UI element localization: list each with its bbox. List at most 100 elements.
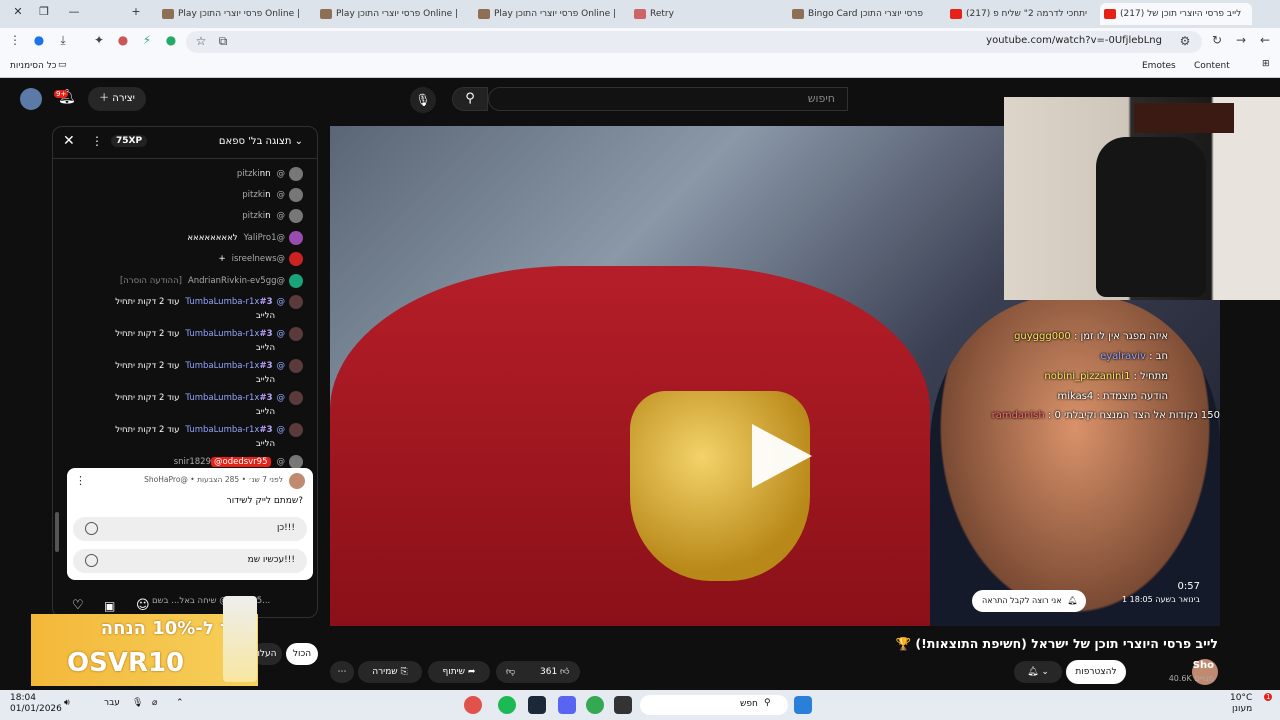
account-avatar[interactable]: [20, 88, 42, 110]
create-button[interactable]: ＋ יצירה: [88, 87, 146, 111]
chat-message: @pitzkin: [63, 209, 303, 229]
tab-favicon-icon: [634, 8, 646, 19]
volume-icon[interactable]: 🔊︎: [64, 698, 70, 708]
chat-message: @YaliPro1לאאאאאאאא: [63, 231, 303, 251]
channel-name[interactable]: Sho: [1193, 660, 1214, 671]
bookmark-emotes[interactable]: Emotes: [1142, 61, 1176, 71]
avatar: [289, 391, 303, 405]
search-button[interactable]: ⚲: [452, 87, 488, 111]
forward-icon[interactable]: →: [1232, 33, 1250, 47]
dislike-icon[interactable]: 👎︎: [506, 661, 515, 683]
chat-message: @TumbaLumba-r1x#3עוד 2 דקות יתחיל הלייב: [63, 423, 303, 453]
poll-more-icon[interactable]: ⋮: [75, 474, 86, 487]
language-indicator[interactable]: עבר: [104, 698, 120, 708]
voice-search-icon[interactable]: 🎙︎: [410, 87, 436, 113]
chrome-icon[interactable]: [586, 696, 604, 714]
profile-icon[interactable]: ●: [30, 33, 48, 47]
notification-badge: 9+: [54, 90, 69, 98]
avatar: [289, 231, 303, 245]
address-bar[interactable]: ☆ ⧉ youtube.com/watch?v=-0UfjlebLng ⚙: [186, 31, 1202, 53]
chat-header: ✕ ⋮ 75XP תצוגה בל' ספאם ⌄: [53, 127, 317, 159]
app-icon[interactable]: [464, 696, 482, 714]
more-actions-icon[interactable]: ⋯: [330, 661, 354, 683]
chevron-down-icon: ⌄: [294, 136, 303, 147]
tab-favicon-icon: [950, 8, 962, 19]
more-options-icon[interactable]: ⋮: [91, 134, 103, 148]
extension-icon[interactable]: ●: [114, 33, 132, 47]
download-icon[interactable]: ⤓: [54, 33, 72, 48]
close-icon[interactable]: ✕: [63, 133, 75, 149]
browser-tab[interactable]: (217) יתחכי לדרמה 2" שליח פ: [946, 3, 1096, 25]
bookmark-star-icon[interactable]: ☆: [192, 34, 210, 48]
extension-icon[interactable]: ⚡: [138, 33, 156, 47]
tray-overflow-icon[interactable]: ⌃: [176, 698, 184, 708]
browser-tab[interactable]: Bingo Card פרסי יוצרי התוכן: [788, 3, 938, 25]
filter-chip-all[interactable]: הכול: [286, 643, 318, 665]
windows-start-icon[interactable]: [794, 696, 812, 714]
all-bookmarks-link[interactable]: כל הסימניות: [10, 61, 57, 71]
browser-tab[interactable]: Play פרסי יוצרי התוכן Online |: [474, 3, 624, 25]
taskbar-search[interactable]: ⚲ חפש: [640, 695, 788, 715]
spotify-icon[interactable]: [498, 696, 516, 714]
reload-icon[interactable]: ↻: [1208, 33, 1226, 47]
notification-preferences-button[interactable]: 🔔︎ ⌄: [1014, 661, 1062, 683]
premiere-time: 0:57 1 בינואר בשעה 18:05: [1122, 581, 1200, 604]
browser-tab[interactable]: Play פרסי יוצרי התוכן Online |: [158, 3, 308, 25]
discord-icon[interactable]: [558, 696, 576, 714]
share-button[interactable]: שיתוף ➦: [428, 661, 490, 683]
extension-icon[interactable]: ●: [162, 33, 180, 47]
search-input[interactable]: חיפוש: [488, 87, 848, 111]
poll-option[interactable]: כן!!!: [73, 517, 307, 541]
play-icon[interactable]: [722, 416, 832, 496]
chat-scrollbar[interactable]: [55, 512, 59, 552]
taskbar: 18:04 01/01/2026 🔊︎ עבר 🎙︎ ⌀ ⌃ ⚲ חפש 10°C…: [0, 690, 1280, 720]
avatar: [289, 423, 303, 437]
bookmark-content[interactable]: Content: [1194, 61, 1230, 71]
like-icon[interactable]: 👍︎: [560, 661, 569, 683]
maximize-window-icon[interactable]: ❐: [34, 5, 54, 18]
plus-icon: ＋: [99, 93, 113, 104]
browser-tab-active[interactable]: (217) לייב פרסי היוצרי תוכן של: [1100, 3, 1252, 25]
new-tab-icon[interactable]: +: [126, 5, 146, 18]
avatar: [289, 295, 303, 309]
tab-favicon-icon: [1104, 8, 1116, 19]
browser-tab[interactable]: Retry: [630, 3, 780, 25]
heart-icon[interactable]: ♡: [72, 598, 84, 613]
save-button[interactable]: שמירה ⎘: [358, 661, 422, 683]
minimize-window-icon[interactable]: —: [64, 5, 84, 18]
radio-icon: [85, 522, 98, 535]
menu-icon[interactable]: ⋮: [6, 33, 24, 47]
browser-tab[interactable]: Play פרסי יוצרי התוכן Online |: [316, 3, 466, 25]
mic-icon[interactable]: 🎙︎: [132, 698, 143, 708]
weather-widget[interactable]: 10°C מעונן: [1230, 693, 1252, 715]
chat-message: @TumbaLumba-r1x#3עוד 2 דקות יתחיל הלייב: [63, 295, 303, 325]
extensions-icon[interactable]: ✦: [90, 33, 108, 47]
notify-me-button[interactable]: אני רוצה לקבל התראה 🔔︎: [972, 590, 1086, 612]
chat-mode-dropdown[interactable]: תצוגה בל' ספאם ⌄: [219, 136, 303, 147]
folder-icon: ▭: [58, 60, 67, 70]
close-window-icon[interactable]: ✕: [8, 5, 28, 18]
avatar: [289, 359, 303, 373]
network-icon[interactable]: ⌀: [152, 698, 157, 708]
bell-icon: 🔔︎: [1027, 667, 1039, 677]
xp-badge[interactable]: 75XP: [111, 135, 148, 147]
overlay-chat-line: איזה מפגר אין לו זמן : guyggg000: [1014, 331, 1168, 342]
subscribe-button[interactable]: להצטרפות: [1066, 660, 1126, 684]
cast-icon[interactable]: ⧉: [214, 34, 232, 49]
back-icon[interactable]: ←: [1256, 33, 1274, 47]
steam-icon[interactable]: [528, 696, 546, 714]
app-icon[interactable]: [614, 696, 632, 714]
bell-icon: 🔔︎: [1067, 596, 1078, 605]
clock[interactable]: 18:04 01/01/2026: [10, 693, 62, 715]
avatar: [289, 274, 303, 288]
member-badge: #3: [259, 329, 273, 339]
avatar: [289, 209, 303, 223]
poll-option[interactable]: עכשיו שמ!!!: [73, 549, 307, 573]
chat-message: @TumbaLumba-r1x#3עוד 2 דקות יתחיל הלייב: [63, 327, 303, 357]
avatar: [289, 188, 303, 202]
video-title: לייב פרסי היוצרי תוכן של ישראל (חשיפת הת…: [895, 636, 1218, 651]
site-settings-icon[interactable]: ⚙: [1176, 34, 1194, 48]
super-chat-icon[interactable]: ▣: [104, 599, 115, 613]
emoji-icon[interactable]: ☺: [136, 598, 150, 613]
apps-icon[interactable]: ⊞: [1262, 59, 1270, 69]
